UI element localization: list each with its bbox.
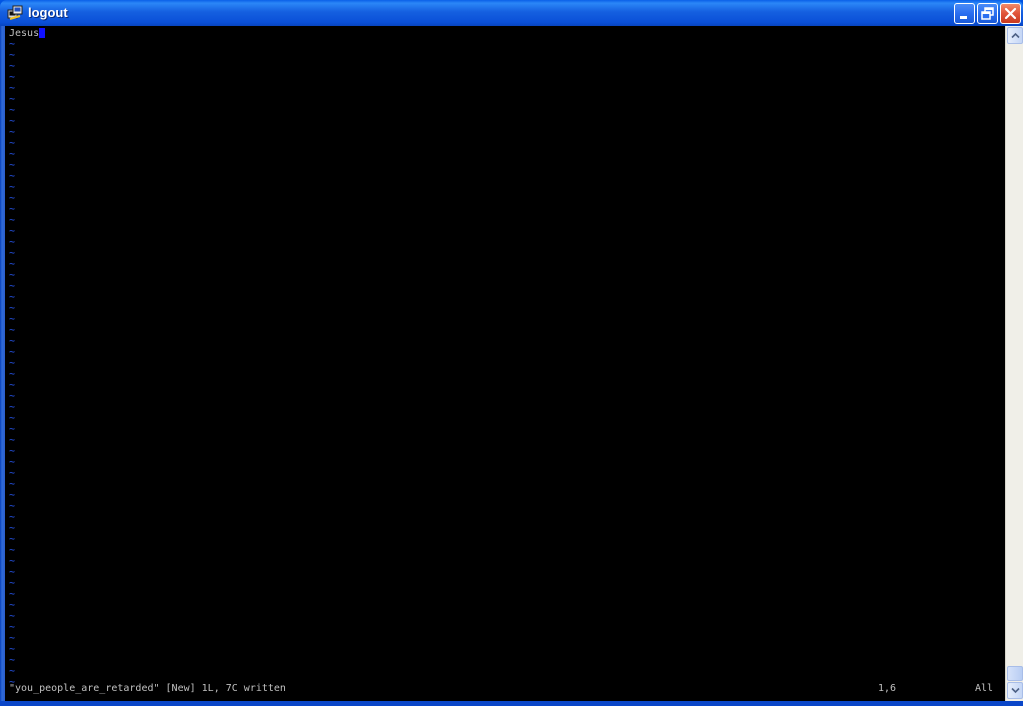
empty-line-marker: ~ — [9, 281, 16, 292]
empty-line-marker: ~ — [9, 633, 16, 644]
empty-line-marker: ~ — [9, 534, 16, 545]
empty-line-marker: ~ — [9, 446, 16, 457]
empty-line-marker: ~ — [9, 127, 16, 138]
empty-line-marker: ~ — [9, 248, 16, 259]
empty-line-marker: ~ — [9, 523, 16, 534]
empty-line-marker: ~ — [9, 193, 16, 204]
empty-line-marker: ~ — [9, 336, 16, 347]
empty-line-marker: ~ — [9, 204, 16, 215]
editor-line-1: Jesus — [9, 28, 46, 39]
empty-line-marker: ~ — [9, 402, 16, 413]
empty-line-marker: ~ — [9, 116, 16, 127]
empty-line-marker: ~ — [9, 501, 16, 512]
empty-line-marker: ~ — [9, 39, 16, 50]
empty-line-marker: ~ — [9, 479, 16, 490]
empty-line-marker: ~ — [9, 61, 16, 72]
putty-terminal-icon[interactable] — [7, 5, 23, 21]
empty-line-marker: ~ — [9, 622, 16, 633]
empty-line-marker: ~ — [9, 556, 16, 567]
empty-line-marker: ~ — [9, 50, 16, 61]
empty-line-marker: ~ — [9, 292, 16, 303]
close-button[interactable] — [1000, 3, 1021, 24]
empty-line-marker: ~ — [9, 644, 16, 655]
empty-line-marker: ~ — [9, 270, 16, 281]
empty-line-marker: ~ — [9, 237, 16, 248]
empty-line-marker: ~ — [9, 424, 16, 435]
scrollbar-thumb[interactable] — [1007, 666, 1023, 681]
empty-line-marker: ~ — [9, 468, 16, 479]
empty-line-marker: ~ — [9, 457, 16, 468]
terminal-window: logout Jesus ~ ~ ~ ~ ~ ~ ~ ~ ~ ~ ~ ~ ~ ~ ~ ~ ~ ~ ~ ~ ~ ~ ~ ~ ~ ~ ~… — [0, 0, 1023, 706]
empty-line-marker: ~ — [9, 611, 16, 622]
scroll-down-button[interactable] — [1007, 682, 1023, 699]
empty-line-marker: ~ — [9, 512, 16, 523]
empty-line-marker: ~ — [9, 314, 16, 325]
window-frame-bottom — [0, 701, 1023, 706]
restore-icon — [981, 7, 994, 20]
terminal-screen[interactable]: Jesus ~ ~ ~ ~ ~ ~ ~ ~ ~ ~ ~ ~ ~ ~ ~ ~ ~ ~ ~ ~ ~ ~ ~ ~ ~ ~ ~ ~ ~ ~ ~ ~ ~ ~… — [5, 26, 1005, 701]
empty-line-marker: ~ — [9, 369, 16, 380]
empty-line-marker: ~ — [9, 391, 16, 402]
chevron-down-icon — [1011, 687, 1020, 694]
window-title: logout — [28, 5, 68, 20]
empty-line-marker: ~ — [9, 545, 16, 556]
empty-line-marker: ~ — [9, 578, 16, 589]
empty-line-marker: ~ — [9, 358, 16, 369]
empty-line-marker: ~ — [9, 215, 16, 226]
empty-line-marker: ~ — [9, 72, 16, 83]
cursor-position: 1,6 — [878, 683, 897, 694]
empty-line-marker: ~ — [9, 666, 16, 677]
empty-line-marker: ~ — [9, 600, 16, 611]
empty-line-marker: ~ — [9, 94, 16, 105]
chevron-up-icon — [1011, 32, 1020, 39]
empty-line-marker: ~ — [9, 83, 16, 94]
scroll-up-button[interactable] — [1007, 27, 1023, 44]
empty-line-marker: ~ — [9, 655, 16, 666]
scroll-indicator: All — [975, 683, 994, 694]
empty-line-marker: ~ — [9, 303, 16, 314]
empty-line-marker: ~ — [9, 259, 16, 270]
minimize-button[interactable] — [954, 3, 975, 24]
empty-line-marker: ~ — [9, 182, 16, 193]
status-message: "you_people_are_retarded" [New] 1L, 7C w… — [9, 683, 286, 694]
empty-line-marker: ~ — [9, 435, 16, 446]
text-cursor — [39, 28, 46, 38]
empty-line-marker: ~ — [9, 226, 16, 237]
empty-line-marker: ~ — [9, 160, 16, 171]
minimize-icon — [960, 16, 967, 19]
empty-line-marker: ~ — [9, 589, 16, 600]
editor-line-text: Jesus — [9, 28, 40, 39]
empty-line-marker: ~ — [9, 105, 16, 116]
empty-line-marker: ~ — [9, 325, 16, 336]
empty-line-marker: ~ — [9, 149, 16, 160]
empty-line-marker: ~ — [9, 567, 16, 578]
empty-line-marker: ~ — [9, 347, 16, 358]
close-icon — [1004, 7, 1017, 20]
restore-button[interactable] — [977, 3, 998, 24]
empty-line-marker: ~ — [9, 490, 16, 501]
title-bar[interactable]: logout — [0, 0, 1023, 26]
empty-line-marker: ~ — [9, 138, 16, 149]
vertical-scrollbar[interactable] — [1005, 26, 1023, 701]
empty-line-marker: ~ — [9, 413, 16, 424]
empty-line-marker: ~ — [9, 171, 16, 182]
empty-line-marker: ~ — [9, 380, 16, 391]
